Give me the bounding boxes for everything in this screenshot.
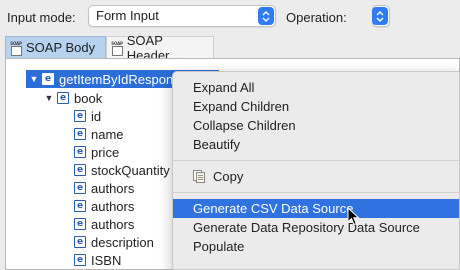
tree-leaf[interactable]: e id [74,107,101,125]
element-icon: e [74,254,86,266]
menu-item-populate[interactable]: Populate [173,237,459,256]
menu-item-expand-children[interactable]: Expand Children [173,97,459,116]
tree-leaf-label: id [91,108,102,124]
tree-leaf-label: stockQuantity [91,162,170,178]
tree-leaf[interactable]: e price [74,143,119,161]
context-menu: Expand All Expand Children Collapse Chil… [172,71,460,270]
tree-leaf-label: authors [91,198,135,214]
soap-icon: SOAP [10,41,22,56]
toolbar: Input mode: Form Input Operation: [0,0,460,34]
element-icon: e [74,200,86,212]
menu-item-generate-csv-data-source[interactable]: Generate CSV Data Source [173,199,459,218]
element-icon: e [74,146,86,158]
tab-soap-header[interactable]: SOAP SOAP Header [106,33,214,63]
menu-separator [173,192,459,193]
tree-leaf-label: name [91,126,124,142]
tab-label: SOAP Body [26,40,96,55]
tree-node-label: getItemByIdRespon [59,71,174,87]
chevron-updown-icon [372,7,388,25]
menu-item-label: Copy [213,169,244,184]
element-icon: e [42,73,54,85]
element-icon: e [57,92,69,104]
tree-leaf-label: description [91,234,154,250]
tree-leaf[interactable]: e authors [74,179,134,197]
disclosure-down-icon[interactable]: ▼ [44,93,54,103]
menu-item-collapse-children[interactable]: Collapse Children [173,116,459,135]
input-mode-label: Input mode: [7,10,76,25]
chevron-updown-icon [258,7,274,25]
tree-leaf[interactable]: e ISBN [74,251,121,269]
input-mode-select[interactable]: Form Input [88,5,276,27]
disclosure-down-icon[interactable]: ▼ [29,74,39,84]
tree-leaf[interactable]: e name [74,125,124,143]
menu-separator [173,160,459,161]
operation-label: Operation: [286,10,347,25]
tree-leaf[interactable]: e authors [74,197,134,215]
tree-node-book[interactable]: ▼ e book [44,89,103,107]
tree-leaf[interactable]: e authors [74,215,134,233]
element-icon: e [74,182,86,194]
tree-leaf-label: authors [91,180,135,196]
tree-leaf[interactable]: e stockQuantity [74,161,170,179]
soap-icon: SOAP [111,41,123,56]
element-icon: e [74,236,86,248]
copy-icon [193,170,205,183]
tree-node-label: book [74,90,103,106]
tree-leaf-label: price [91,144,120,160]
menu-item-copy[interactable]: Copy [173,167,459,186]
tab-bar: SOAP SOAP Body SOAP SOAP Header [0,33,460,63]
menu-item-beautify[interactable]: Beautify [173,135,459,154]
element-icon: e [74,164,86,176]
cursor-arrow-icon [347,207,360,226]
operation-select[interactable] [372,5,390,27]
element-icon: e [74,218,86,230]
tree-leaf-label: authors [91,216,135,232]
element-icon: e [74,128,86,140]
tree-leaf-label: ISBN [91,252,122,268]
menu-item-expand-all[interactable]: Expand All [173,78,459,97]
menu-item-generate-data-repository-data-source[interactable]: Generate Data Repository Data Source [173,218,459,237]
tab-soap-body[interactable]: SOAP SOAP Body [5,36,106,58]
input-mode-value: Form Input [96,8,159,23]
tree-leaf[interactable]: e description [74,233,154,251]
element-icon: e [74,110,86,122]
